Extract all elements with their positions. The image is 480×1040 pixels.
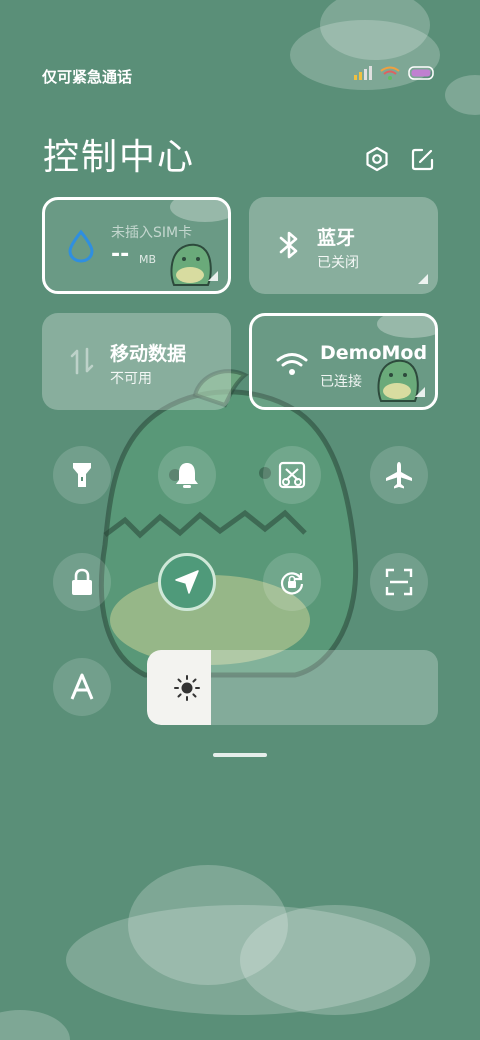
lock-icon <box>72 568 92 595</box>
wifi-status: 已连接 <box>320 374 362 390</box>
dinosaur-sticker-icon <box>377 359 419 402</box>
screenshot-toggle[interactable] <box>263 446 321 504</box>
mobile-data-label: 移动数据 <box>110 343 187 365</box>
bluetooth-tile[interactable]: 蓝牙 已关闭 <box>249 197 438 294</box>
mobile-data-arrows-icon <box>64 343 100 379</box>
mobile-data-status: 不可用 <box>110 371 152 387</box>
wifi-status-icon <box>380 66 400 80</box>
bluetooth-icon <box>271 227 307 263</box>
page-title: 控制中心 <box>43 137 196 178</box>
water-drop-icon <box>63 228 99 264</box>
rotation-lock-toggle[interactable] <box>263 553 321 611</box>
location-toggle[interactable] <box>158 553 216 611</box>
gear-icon <box>366 146 388 172</box>
brightness-sun-icon <box>174 675 200 701</box>
scissors-icon <box>278 461 306 489</box>
location-arrow-icon <box>175 570 199 594</box>
bluetooth-label: 蓝牙 <box>317 227 356 249</box>
airplane-mode-toggle[interactable] <box>370 446 428 504</box>
bell-icon <box>176 463 198 488</box>
signal-icon <box>354 66 372 80</box>
rotation-lock-icon <box>280 572 304 595</box>
wifi-icon <box>274 346 310 382</box>
data-usage-value: -- <box>111 242 130 267</box>
status-icons <box>354 66 436 80</box>
scan-icon <box>385 568 413 596</box>
brightness-slider[interactable] <box>147 650 438 725</box>
settings-button[interactable] <box>362 144 392 174</box>
home-indicator[interactable] <box>213 753 267 757</box>
corner-indicator <box>208 271 218 281</box>
airplane-icon <box>386 462 412 489</box>
scan-toggle[interactable] <box>370 553 428 611</box>
font-size-toggle[interactable] <box>53 658 111 716</box>
edit-button[interactable] <box>408 144 438 174</box>
bluetooth-status: 已关闭 <box>317 255 359 271</box>
bell-toggle[interactable] <box>158 446 216 504</box>
corner-indicator <box>415 387 425 397</box>
font-a-icon <box>70 673 94 700</box>
carrier-status-text: 仅可紧急通话 <box>42 68 133 86</box>
data-usage-unit: MB <box>139 253 157 266</box>
data-usage-tile[interactable]: 未插入SIM卡 -- MB <box>42 197 231 294</box>
flashlight-icon <box>73 463 91 487</box>
dinosaur-sticker-icon <box>170 243 212 286</box>
wifi-tile[interactable]: DemoMod 已连接 <box>249 313 438 410</box>
battery-icon <box>408 66 434 80</box>
edit-icon <box>411 148 434 171</box>
lock-screen-toggle[interactable] <box>53 553 111 611</box>
mobile-data-tile[interactable]: 移动数据 不可用 <box>42 313 231 410</box>
corner-indicator <box>418 274 428 284</box>
flashlight-toggle[interactable] <box>53 446 111 504</box>
